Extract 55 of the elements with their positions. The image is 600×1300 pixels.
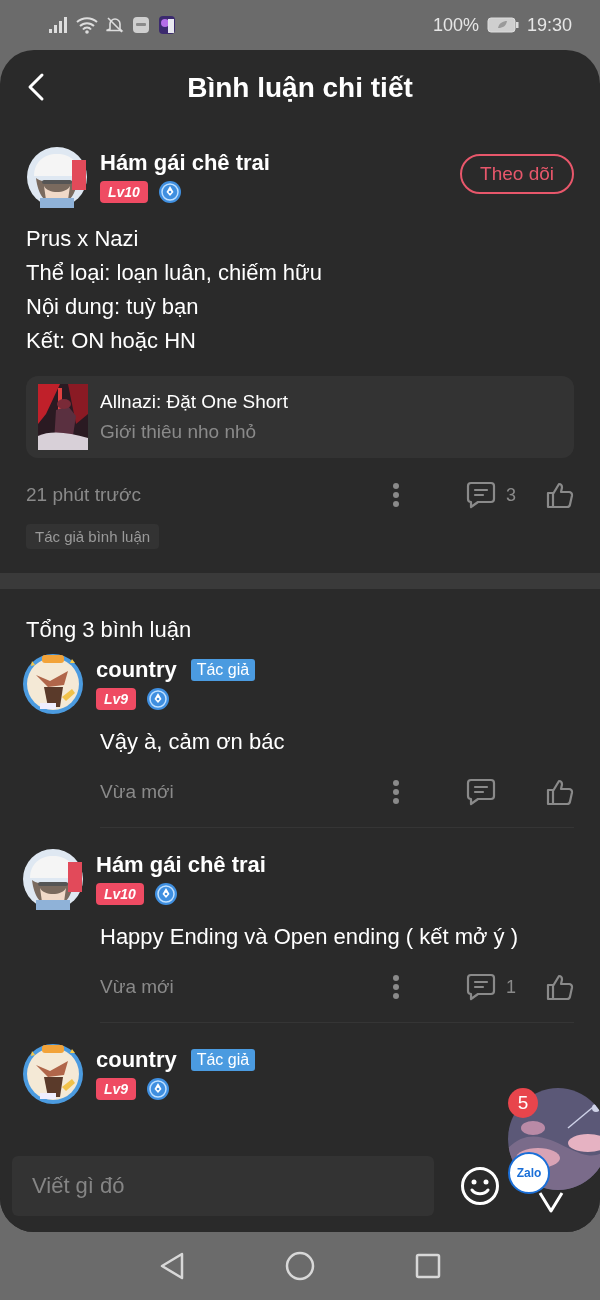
post-text: Prus x Nazi [26,225,140,253]
home-icon[interactable] [285,1251,315,1281]
level-badge: Lv9 [96,688,137,710]
level-badge: Lv10 [96,883,144,905]
comment-icon[interactable] [466,778,496,806]
book-card[interactable]: Allnazi: Đặt One Short Giới thiêu nho nhỏ [26,376,574,458]
more-icon[interactable] [392,779,400,805]
battery-icon [486,17,519,33]
comment-text: Happy Ending và Open ending ( kết mở ý ) [100,924,519,950]
pen-badge-icon [146,687,171,711]
comment-icon[interactable] [466,481,496,509]
send-icon[interactable] [538,1191,564,1213]
commenter-name[interactable]: country [96,657,177,683]
book-title: Allnazi: Đặt One Short [100,391,288,413]
level-badge: Lv9 [96,1078,137,1100]
reply-count: 1 [506,976,516,998]
author-badge: Tác giả [190,659,256,681]
more-icon[interactable] [392,482,400,508]
timestamp: Vừa mới [100,976,175,998]
commenter-name[interactable]: country [96,1047,177,1073]
level-badge: Lv10 [100,181,148,203]
page-title: Bình luận chi tiết [187,72,413,104]
pen-badge-icon [157,180,182,204]
timestamp: 21 phút trước [26,484,142,506]
pen-badge-icon [153,882,178,906]
thumbs-up-icon[interactable] [546,973,574,1001]
back-icon[interactable] [26,72,46,102]
book-subtitle: Giới thiêu nho nhỏ [100,421,258,443]
commenter-name[interactable]: Hám gái chê trai [96,852,266,878]
wifi-icon [76,16,98,34]
timestamp: Vừa mới [100,781,175,803]
author-name[interactable]: Hám gái chê trai [100,150,449,176]
comment-icon[interactable] [466,973,496,1001]
battery-percent: 100% [432,14,479,36]
bell-muted-icon [106,16,124,34]
recents-icon[interactable] [415,1253,441,1279]
reply-count: 3 [506,484,516,506]
author-badge: Tác giả [190,1049,256,1071]
more-icon[interactable] [392,974,400,1000]
post-text: Nội dung: tuỳ bạn [26,293,200,321]
emoji-icon[interactable] [460,1166,500,1206]
comment-count-heading: Tổng 3 bình luận [25,616,193,644]
post-text: Thể loại: loạn luân, chiếm hữu [26,259,323,287]
clock: 19:30 [526,14,572,36]
pen-badge-icon [146,1077,171,1101]
thumbs-up-icon[interactable] [546,778,574,806]
signal-icon [48,16,68,34]
author-comment-tag: Tác giả bình luận [26,524,160,549]
app-icon [158,15,176,35]
chat-app-icon [132,16,150,34]
follow-button[interactable]: Theo dõi [460,154,574,194]
comment-input[interactable]: Viết gì đó [12,1156,434,1216]
post-text: Kết: ON hoặc HN [26,327,197,355]
thumbs-up-icon[interactable] [546,481,574,509]
comment-text: Vậy à, cảm ơn bác [100,729,286,755]
